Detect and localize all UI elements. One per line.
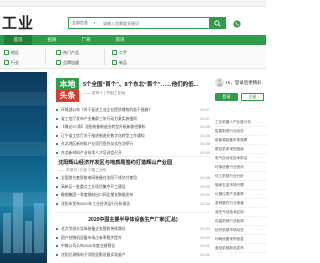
subnav-item[interactable]: 行业 [4,58,19,67]
list-item[interactable]: 国产刻蚀机设备市场占有率稳步提升 03-03 [56,234,210,243]
sidebar-item[interactable]: 智能制造行业动态 [215,127,266,136]
bullet-icon [56,194,58,196]
tag-icon [4,60,9,65]
sidebar-item[interactable]: 化工机械行业分析 [215,172,266,181]
sidebar-item[interactable]: 泵阀管件行业报道 [215,199,266,208]
tag-icon [4,50,9,55]
news-list-3: 北方华创半导体装备业务营收持续增长 03-03 国产刻蚀机设备市场占有率稳步提升 0… [56,225,210,259]
sidebar-item[interactable]: 数控机床采购指南 [215,145,266,154]
bullet-icon [56,151,58,154]
banner-building [13,193,23,253]
banner-building [34,203,44,253]
tag-icon [112,60,117,65]
subnav-item[interactable]: 新品 [112,58,127,67]
site-logo[interactable]: 工业 [2,12,34,33]
bullet-icon [56,228,58,230]
top-strip [0,0,266,7]
phone-icon [233,20,241,28]
search-scope-select[interactable]: 全部信息 [72,18,88,28]
chevron-down-icon[interactable]: ▼ [93,18,96,28]
login-button[interactable]: 登录 [215,93,238,101]
bullet-icon [56,253,58,256]
divider [45,49,46,65]
search-input[interactable] [103,19,203,27]
search-icon [214,19,221,27]
list-item[interactable]: 沈阳市发布2020年工业经济运行分析报告 03-04 [56,200,210,209]
subnav-item[interactable]: 品牌加盟 [56,58,79,67]
header: 工业 全部信息 ▼ [0,7,266,34]
list-item[interactable]: 沈阳芯源微电子涂胶显影设备实现量产 03-02 [56,251,210,260]
sidebar-item[interactable]: 轴承五金市场行情 [215,181,266,190]
nav-item-home[interactable]: 首页 [4,35,32,45]
sidebar-item[interactable]: 新能源装备市场观察 [215,136,266,145]
bullet-icon [56,236,58,239]
news-list: 环境部公布《关于促进工业企业提质增效的若干措施》 03-07 省工信厅发布产业集群… [56,106,210,157]
nav-item-news[interactable]: 资讯 [106,35,134,45]
bullet-icon [56,185,58,188]
banner-building [25,221,32,253]
tag-icon [112,50,117,55]
nav-item-vendors[interactable]: 厂商 [72,35,100,45]
bullet-icon [56,143,58,145]
local-headline-badge: 本地 头条 [56,78,79,102]
login-panel: Hi，登录后更精彩 登录 注册 [215,76,266,116]
divider [104,49,105,65]
list-item[interactable]: 中微公司公布2020年度业绩预告 03-02 [56,242,210,251]
left-banner-image[interactable] [0,72,47,263]
sidebar-item[interactable]: 液压气动技术应用 [215,208,266,217]
sidebar-item[interactable]: 印刷设备采购信息 [215,235,266,244]
divider [56,212,210,213]
subnav-col-1: 地区 行业 [4,48,19,68]
main-nav: 首页 招商 厂商 资讯 [0,35,266,45]
list-item[interactable]: 【微论ST表】沈阳装备制造业转型升级新路径解析 03-06 [56,123,210,132]
sidebar-item[interactable]: 食品机械新品发布 [215,244,266,253]
list-item[interactable]: 全国首台套智能电网装备在沈阳下线交付使用 03-05 [56,174,210,183]
featured-article-title[interactable]: 沈阳辉山经济开发区与地质局签约打造辉山产业园 [58,159,210,166]
bullet-icon [56,177,58,179]
news-list-2: 全国首台套智能电网装备在沈阳下线交付使用 03-05 高新区一批重点工业项目集中开… [56,174,210,208]
sidebar-item[interactable]: 工业机器人产业链分析 [215,118,266,127]
bullet-icon [56,134,58,137]
nav-item-invest[interactable]: 招商 [38,35,66,45]
list-item[interactable]: 高新区一批重点工业项目集中开工建设 03-05 [56,183,210,192]
list-item[interactable]: 辽宁省工信厅关于推进制造业数字化转型工作通知 03-06 [56,132,210,141]
sidebar-list: 工业机器人产业链分析 智能制造行业动态 新能源装备市场观察 数控机床采购指南 电… [215,118,266,253]
login-greeting: Hi，登录后更精彩 [226,80,262,85]
headline-source: —— 发布于 | 中国工业网 [83,91,126,95]
sidebar-item[interactable]: 环保设备行业资讯 [215,163,266,172]
featured-article-source: —— 本报讯 | 记者 中国工业网 [58,168,107,172]
list-item[interactable]: 东北地区新材料产业项目签约仪式在沈举行 03-06 [56,140,210,149]
bullet-icon [56,117,58,120]
bullet-icon [56,202,58,205]
register-button[interactable]: 注册 [241,93,264,101]
subnav-col-2: 热门产品 品牌加盟 [56,48,79,68]
sidebar-item[interactable]: 纺织机械市场动态 [215,226,266,235]
bullet-icon [56,109,58,111]
avatar [215,78,224,87]
list-item[interactable]: 环境部公布《关于促进工业企业提质增效的若干措施》 03-07 [56,106,210,115]
sub-nav: 地区 行业 热门产品 品牌加盟 二手 新品 [0,45,266,69]
divider [56,156,210,157]
subnav-item[interactable]: 热门产品 [56,48,79,57]
headline-title[interactable]: 5个全国“首个”、8个东北“首个”……他们的低... [83,80,207,88]
section-title[interactable]: 2020中国主要半导体设备生产厂家(汇总) [56,216,210,223]
banner-decoration [0,142,47,156]
banner-decoration [0,92,47,106]
subnav-item[interactable]: 二手 [112,48,127,57]
subnav-item[interactable]: 地区 [4,48,19,57]
tag-icon [56,60,61,65]
list-item[interactable]: 北方华创半导体装备业务营收持续增长 03-03 [56,225,210,234]
search-button[interactable] [209,17,226,29]
sidebar-item[interactable]: 仪器仪表产品推荐 [215,190,266,199]
subnav-col-3: 二手 新品 [112,48,127,68]
bullet-icon [56,126,58,128]
search-box: 全部信息 ▼ [68,17,226,29]
sidebar-item[interactable]: 电气自动化技术前沿 [215,154,266,163]
list-item[interactable]: 鞍钢集团一季度钢材出口同比增长数据发布 03-04 [56,191,210,200]
sidebar-item[interactable]: 包装机械行业新闻 [215,217,266,226]
tag-icon [56,50,61,55]
list-item[interactable]: 省工信厅发布产业集群三年行动方案实施细则 03-07 [56,115,210,124]
bullet-icon [56,245,58,247]
banner-building [3,213,11,253]
